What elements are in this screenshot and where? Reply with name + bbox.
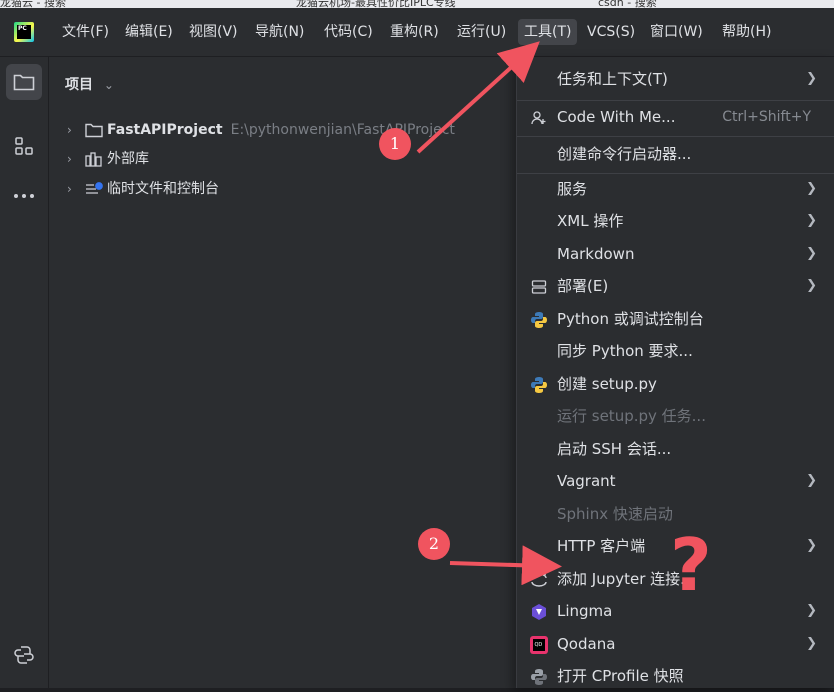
menu-item-label: 打开 CProfile 快照 (557, 667, 684, 685)
menu-item-label: HTTP 客户端 (557, 537, 646, 555)
tree-item-label: 临时文件和控制台 (107, 181, 219, 197)
menu-item-label: 添加 Jupyter 连接... (557, 570, 695, 588)
menu-run[interactable]: 运行(U) (451, 19, 512, 45)
folder-icon (85, 123, 107, 138)
chevron-right-icon: ❯ (806, 246, 817, 261)
menu-tools[interactable]: 工具(T) (518, 19, 578, 45)
tree-item-label: 外部库 (107, 151, 149, 167)
chevron-right-icon: ❯ (806, 636, 817, 651)
python-packages-icon[interactable] (6, 637, 42, 673)
menu-item-vagrant[interactable]: Vagrant ❯ (517, 465, 834, 497)
menu-item-xml-actions[interactable]: XML 操作 ❯ (517, 205, 834, 237)
menu-refactor[interactable]: 重构(R) (384, 19, 445, 45)
menu-item-create-setup[interactable]: 创建 setup.py (517, 368, 834, 400)
menu-item-label: 同步 Python 要求... (557, 342, 693, 360)
menu-item-label: Sphinx 快速启动 (557, 505, 673, 523)
tree-item-path: E:\pythonwenjian\FastAPIProject (230, 122, 455, 138)
more-tools-icon[interactable] (6, 178, 42, 214)
annotation-badge-2: 2 (418, 528, 450, 560)
menu-item-label: Markdown (557, 245, 635, 263)
chevron-right-icon: ❯ (806, 473, 817, 488)
browser-tab-title[interactable]: csdn - 搜索 (598, 0, 657, 8)
menu-item-label: Code With Me... (557, 108, 676, 126)
panel-header[interactable]: 项目 ⌄ (65, 74, 114, 94)
chevron-right-icon[interactable]: › (67, 118, 85, 142)
browser-tab-title[interactable]: 龙猫云机场-最具性价比IPLC专线 (296, 0, 456, 8)
menu-item-markdown[interactable]: Markdown ❯ (517, 238, 834, 270)
chevron-right-icon: ❯ (806, 181, 817, 196)
menu-vcs[interactable]: VCS(S) (581, 19, 641, 45)
menu-separator (517, 136, 834, 137)
menu-item-label: 创建 setup.py (557, 375, 657, 393)
chevron-right-icon: ❯ (806, 213, 817, 228)
menu-item-deployment[interactable]: 部署(E) ❯ (517, 270, 834, 302)
menu-help[interactable]: 帮助(H) (716, 19, 777, 45)
menu-navigate[interactable]: 导航(N) (249, 19, 310, 45)
tree-item-label: FastAPIProject (107, 122, 223, 138)
project-folder-icon[interactable] (6, 64, 42, 100)
menu-item-label: Vagrant (557, 472, 616, 490)
menu-item-label: Lingma (557, 602, 613, 620)
menu-item-sync-requirements[interactable]: 同步 Python 要求... (517, 335, 834, 367)
menu-item-http-client[interactable]: HTTP 客户端 ❯ (517, 530, 834, 562)
chevron-right-icon: ❯ (806, 603, 817, 618)
chevron-right-icon[interactable]: › (67, 177, 85, 201)
menu-item-open-cprofile[interactable]: 打开 CProfile 快照 (517, 660, 834, 692)
scratches-icon (85, 181, 107, 197)
chevron-right-icon: ❯ (806, 278, 817, 293)
chevron-right-icon[interactable]: › (67, 147, 85, 171)
menu-item-label: XML 操作 (557, 212, 624, 230)
profiler-icon (530, 668, 548, 686)
python-icon (530, 376, 548, 394)
menu-item-tasks-context[interactable]: 任务和上下文(T) ❯ (517, 63, 834, 95)
menu-bar: PC 文件(F) 编辑(E) 视图(V) 导航(N) 代码(C) 重构(R) 运… (0, 8, 834, 57)
browser-tab-strip: 龙猫云 - 搜索 龙猫云机场-最具性价比IPLC专线 csdn - 搜索 (0, 0, 834, 8)
browser-tab-title[interactable]: 龙猫云 - 搜索 (0, 0, 66, 8)
menu-item-code-with-me[interactable]: Code With Me... Ctrl+Shift+Y (517, 101, 834, 133)
person-add-icon (530, 109, 548, 127)
menu-item-qodana[interactable]: QD Qodana ❯ (517, 628, 834, 660)
menu-item-label: 任务和上下文(T) (557, 70, 668, 88)
tree-item-scratches[interactable]: › 临时文件和控制台 (67, 177, 219, 201)
menu-item-label: 运行 setup.py 任务... (557, 407, 706, 425)
menu-item-label: 部署(E) (557, 277, 609, 295)
project-panel: 项目 ⌄ › FastAPIProject E:\pythonwenjian\F… (49, 57, 516, 688)
tools-menu: 任务和上下文(T) ❯ Code With Me... Ctrl+Shift+Y… (516, 57, 834, 688)
annotation-badge-1: 1 (379, 128, 411, 160)
lingma-icon (530, 603, 548, 621)
tool-window-strip (0, 57, 49, 688)
jupyter-icon (530, 571, 548, 589)
pycharm-logo-icon[interactable]: PC (14, 22, 34, 42)
svg-text:QD: QD (535, 642, 543, 648)
menu-item-label: Qodana (557, 635, 616, 653)
library-icon (85, 151, 107, 167)
menu-item-run-setup-task: 运行 setup.py 任务... (517, 400, 834, 432)
menu-item-add-jupyter[interactable]: 添加 Jupyter 连接... (517, 563, 834, 595)
server-icon (530, 278, 548, 296)
chevron-down-icon[interactable]: ⌄ (104, 78, 114, 92)
menu-code[interactable]: 代码(C) (318, 19, 379, 45)
menu-item-lingma[interactable]: Lingma ❯ (517, 595, 834, 627)
panel-title: 项目 (65, 77, 93, 93)
menu-item-python-console[interactable]: Python 或调试控制台 (517, 303, 834, 335)
menu-item-label: 启动 SSH 会话... (557, 440, 672, 458)
menu-edit[interactable]: 编辑(E) (119, 19, 179, 45)
menu-item-label: 创建命令行启动器... (557, 145, 692, 163)
menu-item-label: 服务 (557, 180, 588, 198)
structure-icon[interactable] (6, 128, 42, 164)
menu-item-services[interactable]: 服务 ❯ (517, 173, 834, 205)
menu-item-sphinx: Sphinx 快速启动 (517, 498, 834, 530)
chevron-right-icon: ❯ (806, 538, 817, 553)
tree-item-external-libraries[interactable]: › 外部库 (67, 147, 149, 171)
qodana-icon: QD (530, 636, 548, 654)
menu-item-label: Python 或调试控制台 (557, 310, 704, 328)
menu-item-create-launcher[interactable]: 创建命令行启动器... (517, 138, 834, 170)
menu-item-shortcut: Ctrl+Shift+Y (722, 109, 811, 125)
menu-item-start-ssh[interactable]: 启动 SSH 会话... (517, 433, 834, 465)
python-icon (530, 311, 548, 329)
menu-window[interactable]: 窗口(W) (644, 19, 709, 45)
chevron-right-icon: ❯ (806, 71, 817, 86)
menu-view[interactable]: 视图(V) (183, 19, 244, 45)
menu-file[interactable]: 文件(F) (56, 19, 115, 45)
